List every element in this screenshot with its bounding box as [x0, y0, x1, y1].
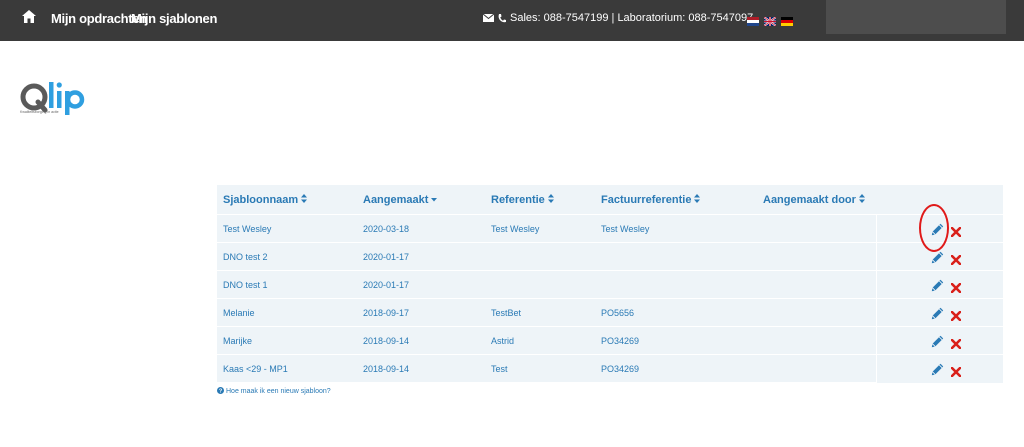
- table-row: DNO test 2 2020-01-17: [217, 242, 1003, 271]
- de-flag-icon[interactable]: [781, 13, 793, 26]
- cell-factuurreferentie: PO34269: [601, 364, 640, 374]
- cell-aangemaakt: 2018-09-14: [363, 364, 410, 374]
- edit-pencil-icon[interactable]: [931, 363, 944, 376]
- edit-pencil-icon[interactable]: [931, 307, 944, 320]
- uk-flag-icon[interactable]: [763, 13, 777, 27]
- cell-sjabloonnaam[interactable]: Test Wesley: [223, 224, 271, 234]
- cell-aangemaakt: 2020-01-17: [363, 252, 410, 262]
- help-link[interactable]: ? Hoe maak ik een nieuw sjabloon?: [217, 387, 331, 396]
- sort-icon: [547, 194, 554, 206]
- header-referentie[interactable]: Referentie: [491, 194, 554, 206]
- table-row: DNO test 1 2020-01-17: [217, 270, 1003, 299]
- sort-icon: [694, 194, 701, 206]
- table-row: Marijke 2018-09-14 Astrid PO34269: [217, 326, 1003, 355]
- edit-pencil-icon[interactable]: [931, 251, 944, 264]
- home-icon[interactable]: [22, 10, 36, 24]
- templates-table: Sjabloonnaam Aangemaakt Referentie Factu…: [217, 185, 1003, 383]
- edit-pencil-icon[interactable]: [931, 279, 944, 292]
- cell-referentie: Test: [491, 364, 508, 374]
- sort-icon: [301, 194, 308, 206]
- cell-aangemaakt: 2020-03-18: [363, 224, 410, 234]
- highlight-circle: [919, 204, 949, 252]
- cell-aangemaakt: 2018-09-17: [363, 308, 410, 318]
- question-circle-icon: ?: [217, 387, 224, 396]
- delete-x-icon[interactable]: [950, 364, 962, 378]
- cell-sjabloonnaam[interactable]: Melanie: [223, 308, 255, 318]
- edit-pencil-icon[interactable]: [931, 335, 944, 348]
- cell-sjabloonnaam[interactable]: DNO test 1: [223, 280, 268, 290]
- cell-referentie: TestBet: [491, 308, 522, 318]
- header-aangemaakt-door[interactable]: Aangemaakt door: [763, 194, 865, 206]
- cell-factuurreferentie: PO34269: [601, 336, 640, 346]
- delete-x-icon[interactable]: [950, 224, 962, 238]
- cell-sjabloonnaam[interactable]: DNO test 2: [223, 252, 268, 262]
- header-aangemaakt[interactable]: Aangemaakt: [363, 194, 438, 206]
- cell-referentie: Test Wesley: [491, 224, 540, 234]
- contact-info: Sales: 088-7547199 | Laboratorium: 088-7…: [483, 12, 753, 24]
- header-factuurreferentie[interactable]: Factuurreferentie: [601, 194, 701, 206]
- cell-factuurreferentie: Test Wesley: [601, 224, 650, 234]
- cell-aangemaakt: 2018-09-14: [363, 336, 410, 346]
- delete-x-icon[interactable]: [950, 252, 962, 266]
- envelope-icon[interactable]: [483, 14, 494, 22]
- user-panel: [826, 0, 1006, 34]
- cell-aangemaakt: 2020-01-17: [363, 280, 410, 290]
- delete-x-icon[interactable]: [950, 308, 962, 322]
- contact-text: Sales: 088-7547199 | Laboratorium: 088-7…: [510, 12, 754, 24]
- language-selector: [747, 13, 793, 27]
- table-header: Sjabloonnaam Aangemaakt Referentie Factu…: [217, 185, 1003, 214]
- header-sjabloonnaam[interactable]: Sjabloonnaam: [223, 194, 308, 206]
- top-navigation-bar: Mijn opdrachten Mijn sjablonen Sales: 08…: [0, 0, 1024, 41]
- sort-icon: [858, 194, 865, 206]
- nav-mijn-sjablonen[interactable]: Mijn sjablonen: [131, 11, 217, 26]
- phone-icon: [498, 13, 506, 23]
- cell-sjabloonnaam[interactable]: Marijke: [223, 336, 252, 346]
- table-row: Melanie 2018-09-17 TestBet PO5656: [217, 298, 1003, 327]
- table-row: Test Wesley 2020-03-18 Test Wesley Test Wes…: [217, 214, 1003, 243]
- nl-flag-icon[interactable]: [747, 13, 759, 26]
- sort-desc-icon: [431, 194, 438, 206]
- logo-tagline: Kwaliteitsborging in actie: [20, 110, 59, 114]
- cell-sjabloonnaam[interactable]: Kaas <29 - MP1: [223, 364, 288, 374]
- table-row: Kaas <29 - MP1 2018-09-14 Test PO34269: [217, 354, 1003, 383]
- cell-factuurreferentie: PO5656: [601, 308, 635, 318]
- delete-x-icon[interactable]: [950, 336, 962, 350]
- delete-x-icon[interactable]: [950, 280, 962, 294]
- cell-referentie: Astrid: [491, 336, 515, 346]
